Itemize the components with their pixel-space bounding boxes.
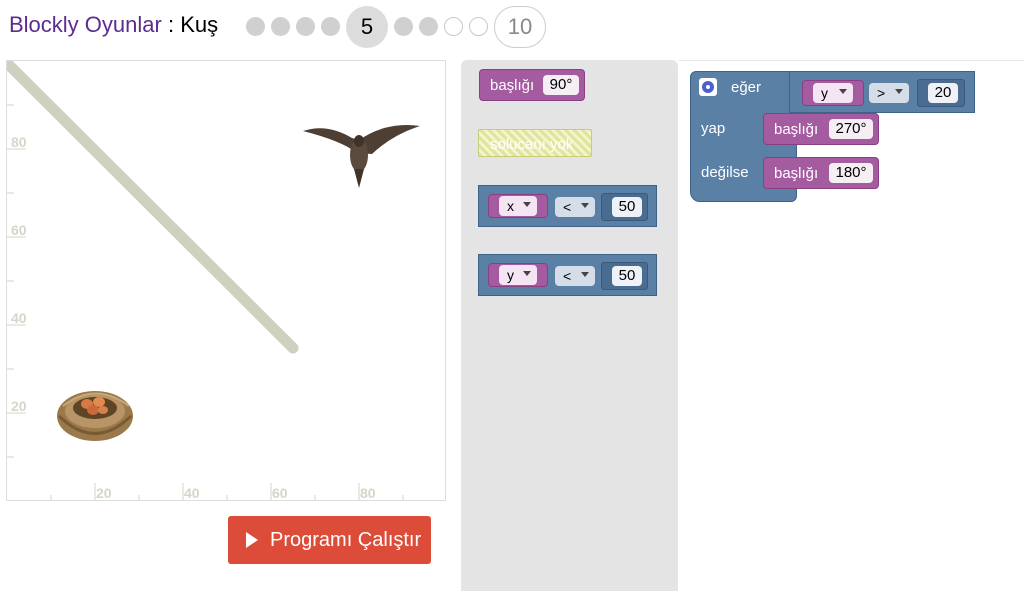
x-tick-label: 60 [272,485,288,501]
compare-y-block[interactable]: y < 50 [478,254,657,296]
condition-variable-block[interactable]: y [802,80,864,106]
chevron-down-icon [839,89,847,94]
y-tick-label: 80 [11,134,27,150]
axis-ticks [7,104,404,500]
app-name[interactable]: Blockly Oyunlar [9,12,162,37]
current-level: 5 [346,6,388,48]
operator-symbol: < [563,268,572,284]
heading-block[interactable]: başlığı 90° [479,69,585,101]
settings-icon[interactable] [699,78,717,96]
condition-variable-name: y [821,85,828,101]
compare-y-operator[interactable]: < [555,266,595,286]
chevron-down-icon [581,272,589,277]
x-tick-label: 80 [360,485,376,501]
last-level[interactable]: 10 [494,6,546,48]
run-program-button[interactable]: Programı Çalıştır [228,516,431,564]
level-2-dot[interactable] [271,17,290,36]
y-variable-dropdown[interactable]: y [499,265,537,285]
level-7-dot[interactable] [419,17,438,36]
number-block[interactable]: 20 [917,79,965,107]
x-variable-name: x [507,198,514,214]
compare-x-operator[interactable]: < [555,197,595,217]
toolbox-flyout: başlığı 90° solucanı yok x < 50 y < 50 [461,60,678,591]
operator-symbol: > [877,85,886,101]
operator-symbol: < [563,199,572,215]
chevron-down-icon [895,89,903,94]
y-tick-label: 60 [11,222,27,238]
then-heading-label: başlığı [774,121,819,138]
y-variable-name: y [507,267,514,283]
game-canvas: 80 60 40 20 20 40 60 80 [6,60,446,501]
chevron-down-icon [523,202,531,207]
no-worm-block[interactable]: solucanı yok [478,129,592,157]
number-block[interactable]: 50 [601,193,648,221]
level-1-dot[interactable] [246,17,265,36]
x-variable-dropdown[interactable]: x [499,196,537,216]
condition-variable-dropdown[interactable]: y [813,83,853,103]
compare-y-value[interactable]: 50 [612,266,642,286]
condition-value[interactable]: 20 [928,83,958,103]
y-tick-label: 20 [11,398,27,414]
else-heading-label: başlığı [774,165,819,182]
wall-line [7,61,299,354]
x-variable-block[interactable]: x [488,194,548,218]
run-program-label: Programı Çalıştır [270,529,422,551]
then-label: yap [701,120,726,137]
game-name: Kuş [180,12,219,37]
else-label: değilse [701,164,749,181]
canvas-svg [7,61,420,500]
level-4-dot[interactable] [321,17,340,36]
number-block[interactable]: 50 [601,262,648,290]
level-6-dot[interactable] [394,17,413,36]
chevron-down-icon [523,271,531,276]
x-tick-label: 20 [96,485,112,501]
title-separator: : [161,12,181,37]
level-8-dot[interactable] [444,17,463,36]
chevron-down-icon [581,203,589,208]
compare-x-value[interactable]: 50 [612,197,642,217]
else-heading-block[interactable]: başlığı 180° [763,157,879,189]
else-heading-angle[interactable]: 180° [829,163,873,183]
blocks-workspace[interactable]: eğer yap değilse y > 20 başlığı 270° baş… [678,60,1024,592]
if-label: eğer [731,79,762,96]
nest-icon [57,391,133,441]
heading-block-label: başlığı [490,77,535,94]
y-variable-block[interactable]: y [488,263,548,287]
level-3-dot[interactable] [296,17,315,36]
heading-angle-field[interactable]: 90° [543,75,579,95]
condition-compare-block[interactable]: y > 20 [789,71,975,113]
then-heading-block[interactable]: başlığı 270° [763,113,879,145]
compare-x-block[interactable]: x < 50 [478,185,657,227]
x-tick-label: 40 [184,485,200,501]
bird-icon [303,124,420,188]
no-worm-label: solucanı yok [490,136,574,153]
play-icon [246,532,258,548]
then-heading-angle[interactable]: 270° [829,119,873,139]
level-9-dot[interactable] [469,17,488,36]
condition-operator[interactable]: > [869,83,909,103]
page-title: Blockly Oyunlar : Kuş [9,12,218,38]
y-tick-label: 40 [11,310,27,326]
